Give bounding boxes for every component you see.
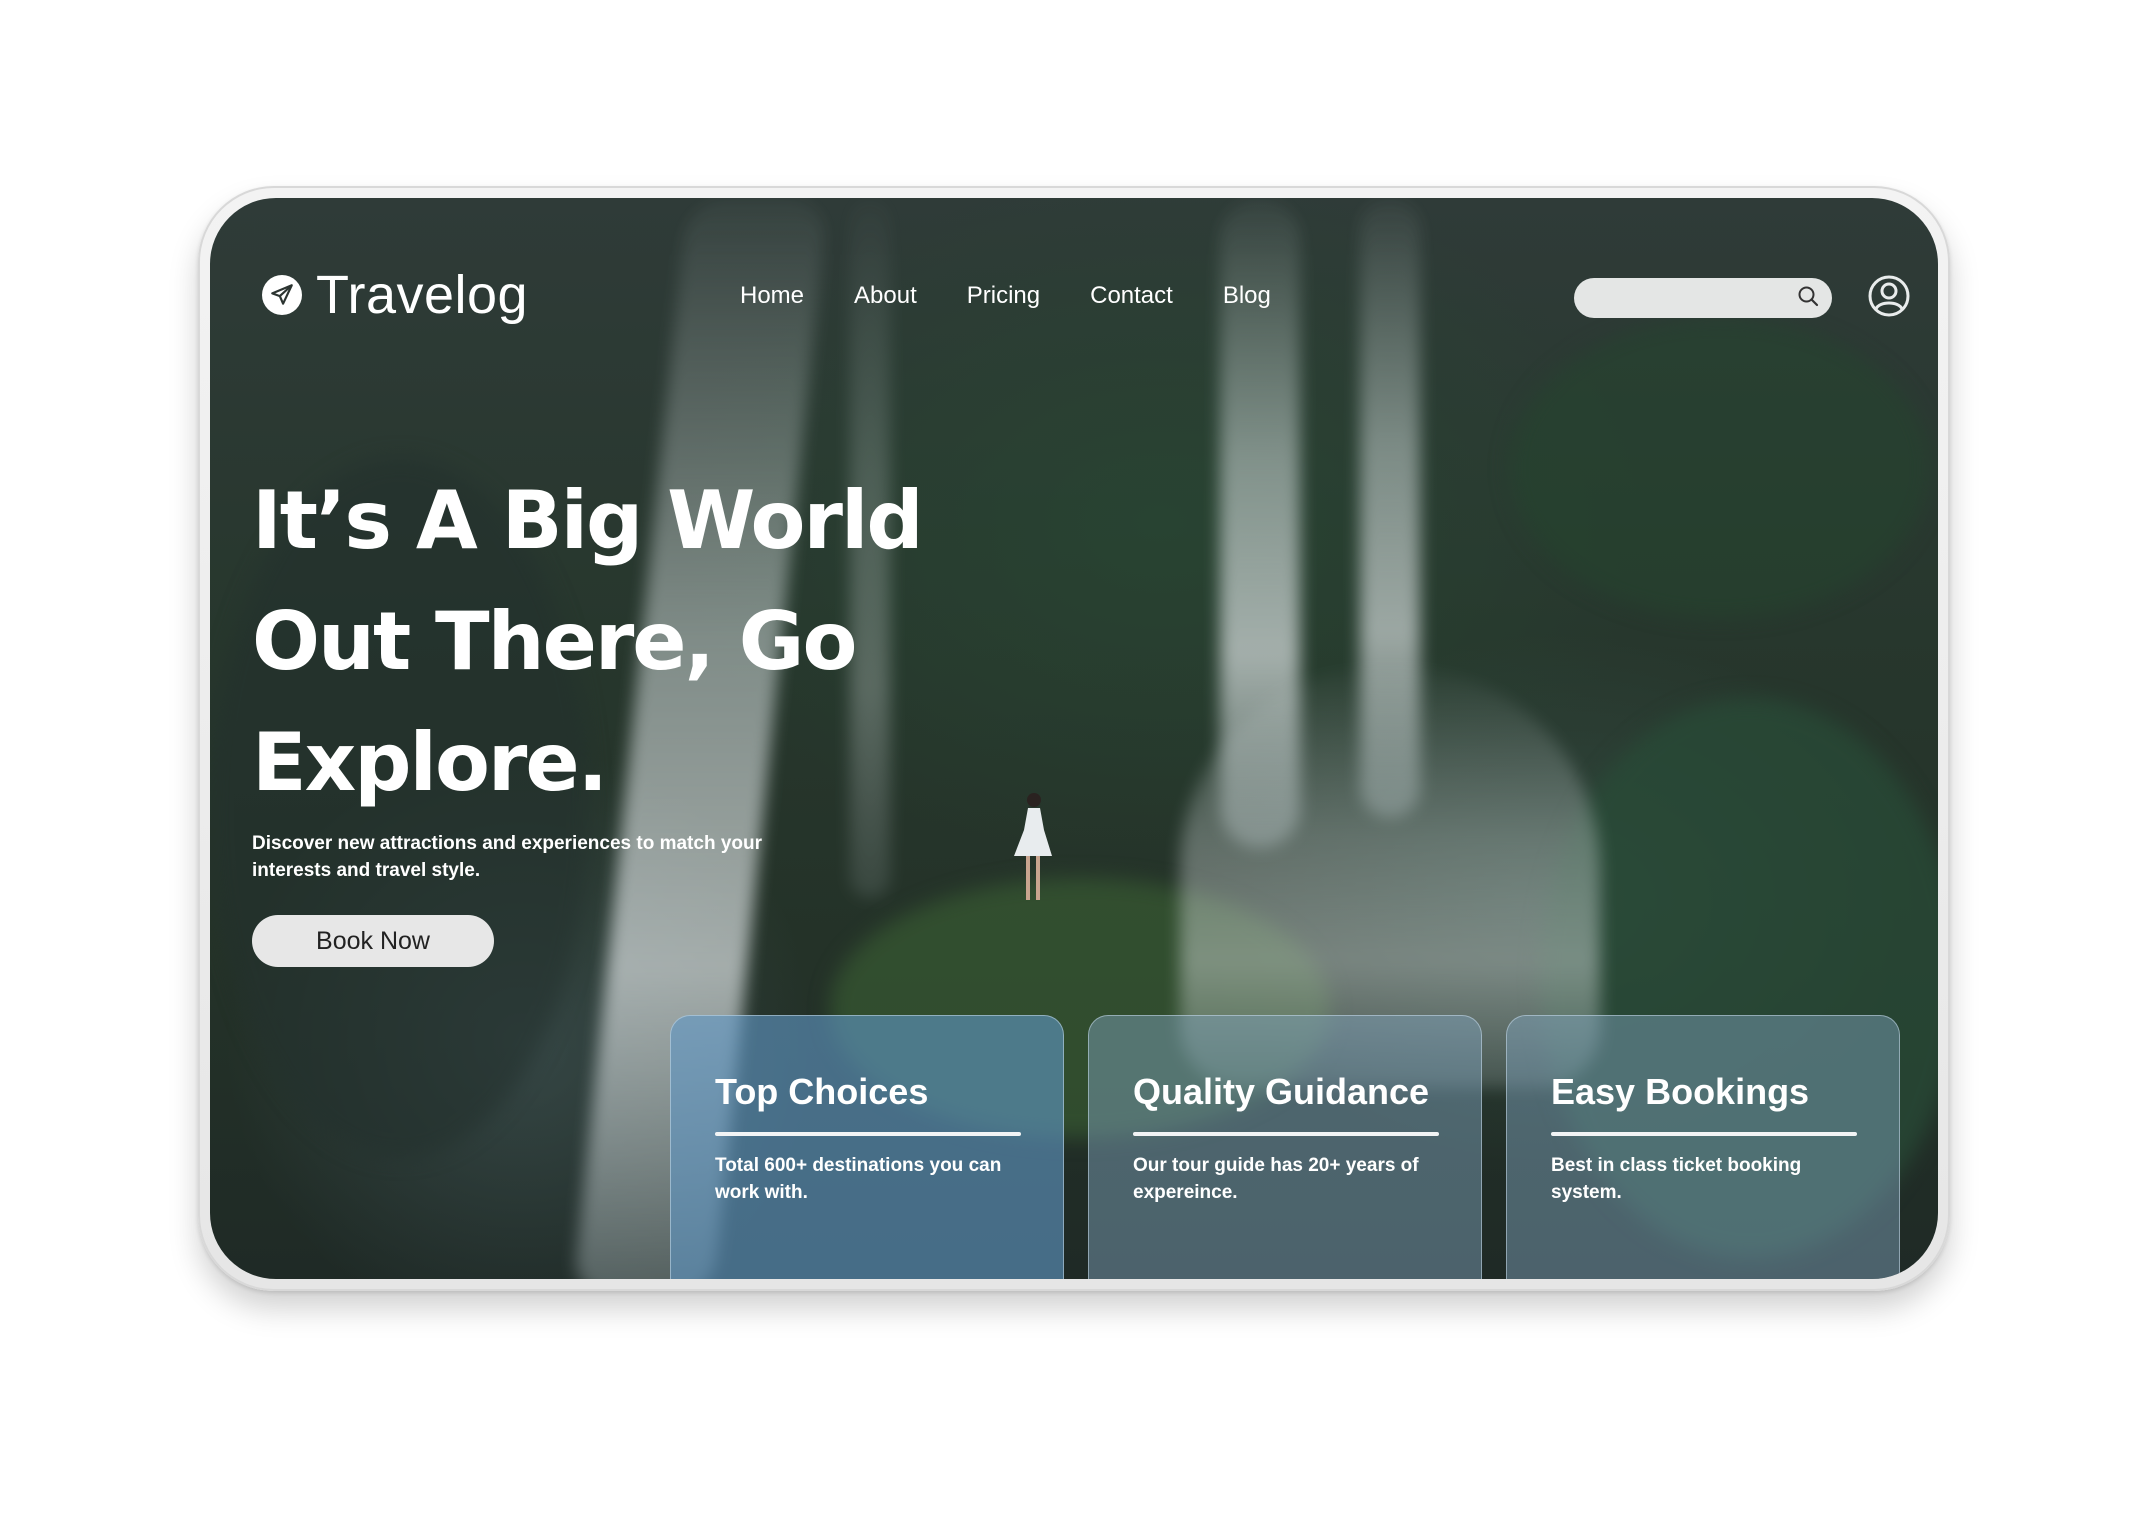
feature-title: Quality Guidance [1133,1071,1430,1112]
divider [1133,1131,1439,1136]
headline-line: It’s A Big World [252,474,924,567]
headline-line: Explore. [252,716,608,809]
hero-subtitle: Discover new attractions and experiences… [252,833,763,881]
feature-description: Best in class ticket booking system. [1551,1154,1802,1203]
person-figure [1014,793,1052,900]
background-foliage [1510,318,1930,618]
headline-line: Out There, Go [252,595,857,688]
feature-description: Our tour guide has 20+ years of experein… [1133,1154,1419,1203]
device-frame: Travelog Home About Pricing Contact Blog [198,186,1950,1291]
book-now-button[interactable]: Book Now [252,915,494,967]
brand-logo[interactable]: Travelog [262,268,528,322]
nav-about[interactable]: About [854,282,917,310]
search-icon[interactable] [1796,284,1820,313]
feature-card-easy-bookings[interactable]: Easy Bookings Best in class ticket booki… [1506,1015,1900,1279]
paper-plane-icon [262,275,302,315]
nav-contact[interactable]: Contact [1090,282,1173,310]
feature-card-quality-guidance[interactable]: Quality Guidance Our tour guide has 20+ … [1088,1015,1482,1279]
brand-name: Travelog [316,265,529,325]
search-bar [1574,278,1832,320]
feature-description: Total 600+ destinations you can work wit… [715,1154,1002,1203]
search-input[interactable] [1590,278,1784,320]
hero-screen: Travelog Home About Pricing Contact Blog [210,198,1938,1279]
divider [715,1131,1021,1136]
feature-title: Top Choices [715,1071,929,1112]
nav-home[interactable]: Home [740,282,804,310]
nav-pricing[interactable]: Pricing [967,282,1040,310]
nav-blog[interactable]: Blog [1223,282,1271,310]
divider [1551,1131,1857,1136]
feature-card-top-choices[interactable]: Top Choices Total 600+ destinations you … [670,1015,1064,1279]
main-nav: Home About Pricing Contact Blog [740,282,1321,310]
user-circle-icon[interactable] [1867,274,1911,318]
hero-headline: It’s A Big World Out There, Go Explore. [252,460,1012,823]
feature-title: Easy Bookings [1551,1071,1810,1112]
